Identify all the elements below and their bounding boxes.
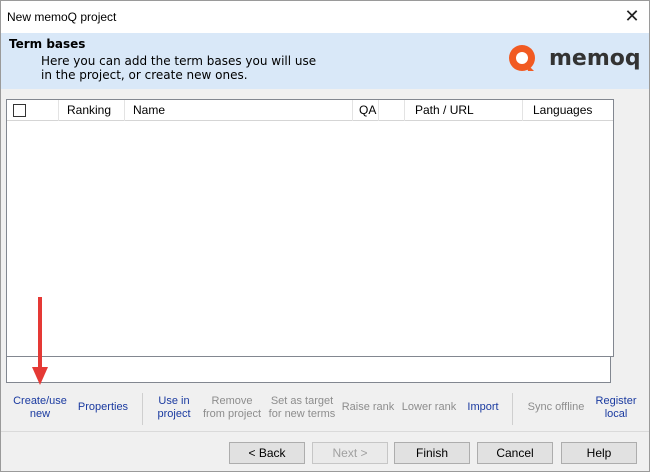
close-icon[interactable]: ✕ <box>621 5 643 27</box>
memoq-logo-icon <box>509 45 535 71</box>
column-languages[interactable]: Languages <box>523 100 615 121</box>
properties-button[interactable]: Properties <box>75 401 131 414</box>
select-all-column <box>7 100 59 121</box>
column-ranking[interactable]: Ranking <box>59 100 125 121</box>
set-as-target-button[interactable]: Set as target for new terms <box>267 395 337 421</box>
lower-rank-button[interactable]: Lower rank <box>401 401 457 414</box>
details-strip <box>6 356 611 383</box>
create-use-new-button[interactable]: Create/use new <box>11 395 69 421</box>
memoq-logo: memoq <box>507 43 641 79</box>
term-bases-table[interactable]: Ranking Name QA Path / URL Languages <box>6 99 614 357</box>
red-arrow-annotation-icon <box>32 297 48 385</box>
finish-button[interactable]: Finish <box>394 442 470 464</box>
column-path-url[interactable]: Path / URL <box>405 100 523 121</box>
column-qa[interactable]: QA <box>353 100 379 121</box>
raise-rank-button[interactable]: Raise rank <box>341 401 395 414</box>
page-title: Term bases <box>9 37 86 51</box>
use-in-project-button[interactable]: Use in project <box>151 395 197 421</box>
remove-from-project-button[interactable]: Remove from project <box>199 395 265 421</box>
cancel-button[interactable]: Cancel <box>477 442 553 464</box>
import-button[interactable]: Import <box>463 401 503 414</box>
select-all-checkbox[interactable] <box>13 104 26 117</box>
column-unnamed[interactable] <box>379 100 405 121</box>
window-title: New memoQ project <box>7 10 117 24</box>
term-base-toolbar: Create/use new Properties Use in project… <box>1 387 649 431</box>
wizard-footer: < Back Next > Finish Cancel Help <box>1 431 649 471</box>
table-header: Ranking Name QA Path / URL Languages <box>7 100 613 121</box>
toolbar-separator <box>512 393 513 425</box>
toolbar-separator <box>142 393 143 425</box>
memoq-logo-text: memoq <box>549 46 641 71</box>
column-name[interactable]: Name <box>125 100 353 121</box>
new-project-dialog: New memoQ project ✕ Term bases Here you … <box>0 0 650 472</box>
register-local-button[interactable]: Register local <box>593 395 639 421</box>
help-button[interactable]: Help <box>561 442 637 464</box>
sync-offline-button[interactable]: Sync offline <box>525 401 587 414</box>
title-bar: New memoQ project ✕ <box>1 1 649 33</box>
page-description: Here you can add the term bases you will… <box>41 54 317 82</box>
wizard-header: Term bases Here you can add the term bas… <box>1 33 649 89</box>
back-button[interactable]: < Back <box>229 442 305 464</box>
next-button[interactable]: Next > <box>312 442 388 464</box>
